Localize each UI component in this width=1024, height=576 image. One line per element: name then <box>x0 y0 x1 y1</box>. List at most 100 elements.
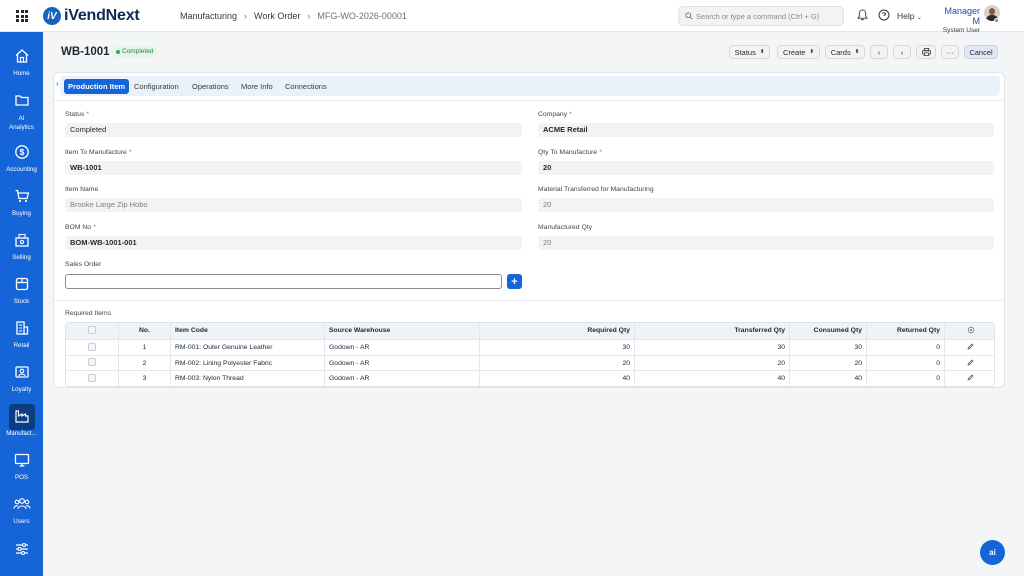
cell-consumed-qty[interactable]: 40 <box>789 371 866 386</box>
breadcrumb-work-order[interactable]: Work Order <box>254 11 300 21</box>
apps-grid-icon[interactable] <box>16 10 28 22</box>
cell-no: 3 <box>118 371 170 386</box>
sidebar-item-settings[interactable] <box>0 537 43 563</box>
sidebar-item-ai-analytics[interactable]: AI Analytics <box>0 88 43 132</box>
row-checkbox[interactable] <box>66 340 118 355</box>
bom-no-label: BOM No * <box>65 224 96 231</box>
chevron-right-icon: › <box>244 11 248 21</box>
expand-sidebar-chevron-icon[interactable]: › <box>56 79 59 88</box>
breadcrumb-manufacturing[interactable]: Manufacturing <box>180 11 237 21</box>
cell-item-code[interactable]: RM-001: Outer Genuine Leather <box>170 340 324 355</box>
cards-dropdown-button[interactable]: Cards ⬍ <box>825 45 865 59</box>
search-input[interactable]: Search or type a command (Ctrl + G) <box>678 6 844 26</box>
tab-operations[interactable]: Operations <box>188 79 233 94</box>
card-icon <box>14 365 29 378</box>
cell-consumed-qty[interactable]: 30 <box>789 340 866 355</box>
help-menu[interactable]: Help ⌄ <box>897 11 922 21</box>
previous-record-button[interactable]: ‹ <box>870 45 888 59</box>
cell-item-code[interactable]: RM-002: Lining Polyester Fabric <box>170 355 324 370</box>
cell-returned-qty[interactable]: 0 <box>866 355 944 370</box>
table-row[interactable]: 1 RM-001: Outer Genuine Leather Godown -… <box>66 339 994 355</box>
user-menu[interactable]: Manager M System User <box>936 6 980 34</box>
sidebar-item-pos[interactable]: POS <box>0 448 43 481</box>
cell-no: 1 <box>118 340 170 355</box>
edit-row-icon[interactable] <box>944 340 994 355</box>
tab-more-info[interactable]: More Info <box>237 79 277 94</box>
box-icon <box>15 277 28 290</box>
qty-to-manufacture-label: Qty To Manufacture * <box>538 149 602 156</box>
edit-row-icon[interactable] <box>944 371 994 386</box>
select-all-checkbox[interactable] <box>66 323 118 339</box>
create-dropdown-button[interactable]: Create ⬍ <box>777 45 820 59</box>
store-icon <box>15 320 28 335</box>
cell-required-qty[interactable]: 30 <box>479 340 634 355</box>
cell-consumed-qty[interactable]: 20 <box>789 355 866 370</box>
row-checkbox[interactable] <box>66 356 118 371</box>
cell-source-warehouse[interactable]: Godown - AR <box>324 340 479 355</box>
row-checkbox[interactable] <box>66 371 118 386</box>
cart-icon <box>15 189 29 202</box>
cell-returned-qty[interactable]: 0 <box>866 340 944 355</box>
sidebar-item-label: Manufact... <box>6 430 37 437</box>
cell-transferred-qty[interactable]: 20 <box>634 355 789 370</box>
table-row[interactable]: 2 RM-002: Lining Polyester Fabric Godown… <box>66 354 994 371</box>
tab-production-item[interactable]: Production Item <box>64 79 130 94</box>
col-header-source-warehouse: Source Warehouse <box>324 323 479 339</box>
cell-returned-qty[interactable]: 0 <box>866 371 944 386</box>
item-name-field: Brooke Large Zip Hobo <box>65 198 522 212</box>
cancel-button[interactable]: Cancel <box>964 45 998 59</box>
col-header-transferred-qty: Transferred Qty <box>634 323 789 339</box>
table-header-row: No. Item Code Source Warehouse Required … <box>66 323 994 339</box>
sidebar-item-retail[interactable]: Retail <box>0 316 43 349</box>
edit-row-icon[interactable] <box>944 355 994 370</box>
cell-required-qty[interactable]: 40 <box>479 371 634 386</box>
add-sales-order-button[interactable]: + <box>507 274 522 289</box>
qty-to-manufacture-field[interactable]: 20 <box>538 161 994 175</box>
next-record-button[interactable]: › <box>893 45 911 59</box>
sidebar-item-home[interactable]: Home <box>0 44 43 77</box>
cell-source-warehouse[interactable]: Godown - AR <box>324 371 479 386</box>
cell-transferred-qty[interactable]: 30 <box>634 340 789 355</box>
table-row[interactable]: 3 RM-003: Nylon Thread Godown - AR 40 40… <box>66 370 994 386</box>
tab-connections[interactable]: Connections <box>281 79 331 94</box>
tab-configuration[interactable]: Configuration <box>130 79 183 94</box>
sidebar-item-selling[interactable]: Selling <box>0 228 43 261</box>
company-field[interactable]: ACME Retail <box>538 123 994 137</box>
item-to-manufacture-field[interactable]: WB-1001 <box>65 161 522 175</box>
manufactured-qty-field: 20 <box>538 236 994 250</box>
required-items-table: No. Item Code Source Warehouse Required … <box>65 322 995 387</box>
sidebar-item-stock[interactable]: Stock <box>0 272 43 305</box>
sidebar-item-buying[interactable]: Buying <box>0 184 43 217</box>
status-badge: Completed <box>112 46 159 58</box>
cell-item-code[interactable]: RM-003: Nylon Thread <box>170 371 324 386</box>
sidebar-item-users[interactable]: Users <box>0 492 43 525</box>
help-chat-icon[interactable] <box>878 9 890 21</box>
logo-badge-icon: iV <box>43 7 61 25</box>
status-field[interactable]: Completed <box>65 123 522 137</box>
sales-order-input[interactable] <box>65 274 502 289</box>
users-icon <box>12 497 31 509</box>
more-dots-icon: ··· <box>946 47 954 57</box>
sidebar-item-label: Buying <box>12 210 31 217</box>
sidebar-item-loyalty[interactable]: Loyalty <box>0 360 43 393</box>
bom-no-field[interactable]: BOM-WB-1001-001 <box>65 236 522 250</box>
col-header-returned-qty: Returned Qty <box>866 323 944 339</box>
divider <box>54 100 1004 101</box>
ai-assistant-button[interactable]: ai <box>980 540 1005 565</box>
print-button[interactable] <box>916 45 936 59</box>
more-actions-button[interactable]: ··· <box>941 45 959 59</box>
notification-bell-icon[interactable] <box>857 9 868 21</box>
cell-transferred-qty[interactable]: 40 <box>634 371 789 386</box>
cell-source-warehouse[interactable]: Godown - AR <box>324 355 479 370</box>
cell-required-qty[interactable]: 20 <box>479 355 634 370</box>
chevron-right-icon: › <box>900 47 904 57</box>
column-settings-icon[interactable] <box>944 323 994 339</box>
sidebar-item-label: POS <box>14 474 29 481</box>
app-logo[interactable]: iV iVendNext <box>43 7 140 25</box>
sidebar-item-manufacturing[interactable]: Manufact... <box>0 404 43 437</box>
button-label: Cards <box>830 47 851 57</box>
sidebar-item-accounting[interactable]: $ Accounting <box>0 140 43 173</box>
status-dropdown-button[interactable]: Status ⬍ <box>729 45 770 59</box>
sidebar-item-label: Accounting <box>6 166 37 173</box>
updown-chevron-icon: ⬍ <box>854 48 860 55</box>
